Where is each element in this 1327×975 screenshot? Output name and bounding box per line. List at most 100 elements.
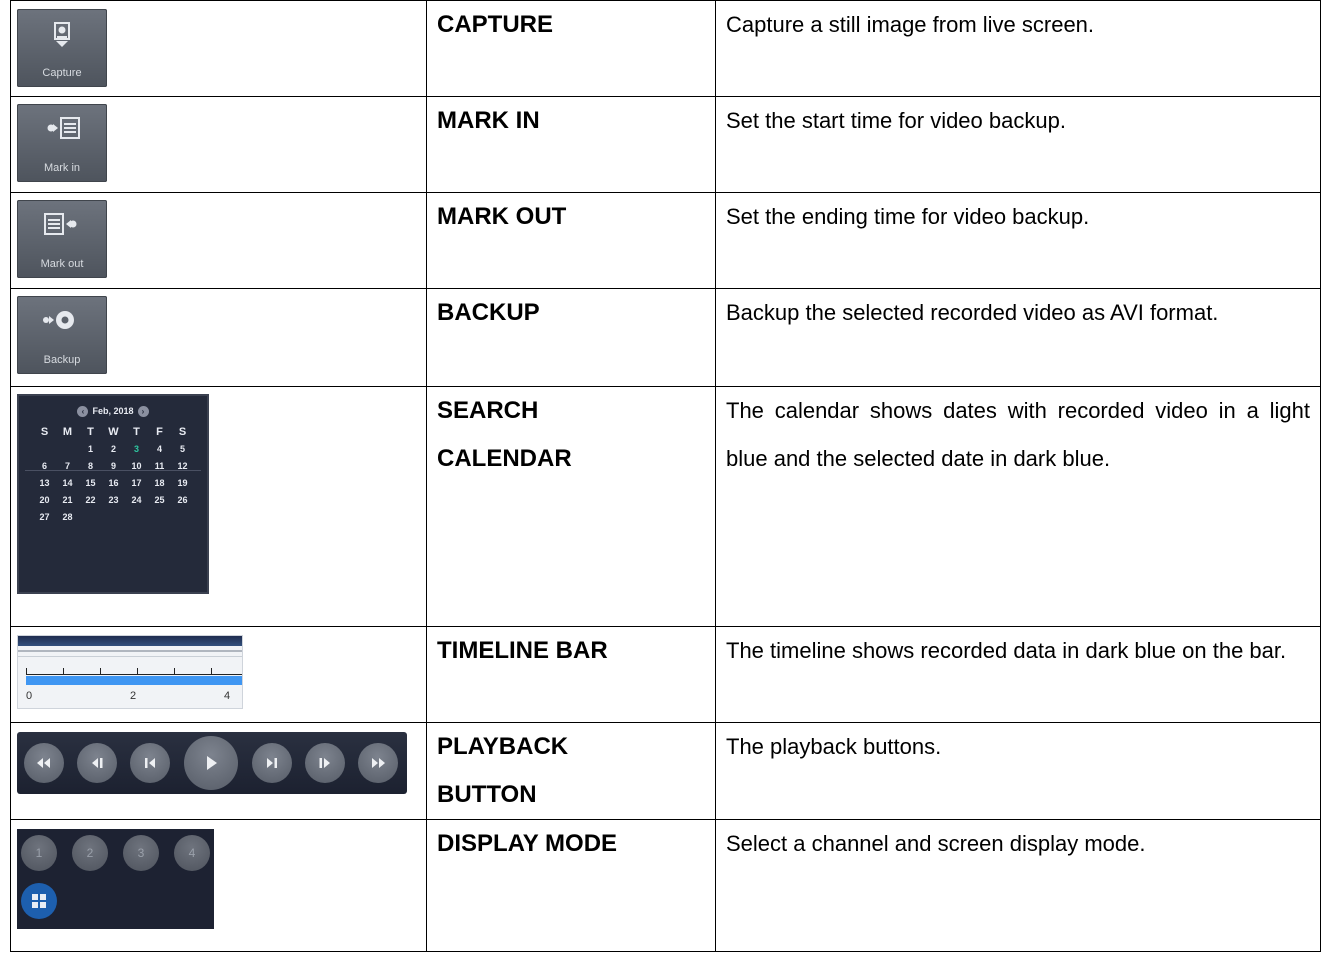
timeline-recorded-bar	[26, 676, 242, 685]
feature-description: Set the ending time for video backup.	[726, 204, 1090, 229]
table-row: Capture CAPTURE Capture a still image fr…	[10, 0, 1321, 97]
display-mode-panel: 1 2 3 4	[17, 829, 214, 929]
feature-desc-cell: Select a channel and screen display mode…	[715, 819, 1321, 952]
feature-desc-cell: The timeline shows recorded data in dark…	[715, 626, 1321, 723]
play-icon	[207, 756, 217, 770]
timeline-axis	[26, 674, 242, 675]
calendar-day[interactable]: 24	[125, 493, 148, 507]
feature-description: Capture a still image from live screen.	[726, 12, 1095, 37]
step-back-button[interactable]	[77, 743, 117, 783]
calendar-day[interactable]: 6	[33, 459, 56, 473]
feature-name-cell: CAPTURE	[426, 0, 716, 97]
calendar-day[interactable]: 14	[56, 476, 79, 490]
calendar-day[interactable]: 5	[171, 442, 194, 456]
calendar-day[interactable]: 19	[171, 476, 194, 490]
feature-name: BACKUP	[437, 299, 540, 326]
calendar-day[interactable]: 22	[79, 493, 102, 507]
table-row: Backup BACKUP Backup the selected record…	[10, 288, 1321, 387]
timeline-label: 4	[224, 690, 231, 702]
calendar-day[interactable]: 25	[148, 493, 171, 507]
fast-forward-button[interactable]	[358, 743, 398, 783]
calendar-day[interactable]: 10	[125, 459, 148, 473]
feature-name-cell: TIMELINE BAR	[426, 626, 716, 723]
quad-view-button[interactable]	[21, 883, 57, 919]
calendar-day[interactable]: 8	[79, 459, 102, 473]
next-month-icon[interactable]: ›	[137, 406, 149, 418]
capture-label: Capture	[42, 67, 82, 79]
feature-description: The playback buttons.	[726, 734, 942, 759]
timeline-rule	[18, 656, 242, 657]
feature-name: CAPTURE	[437, 11, 554, 38]
calendar-day[interactable]: 4	[148, 442, 171, 456]
calendar-day[interactable]: 27	[33, 510, 56, 524]
feature-desc-cell: Capture a still image from live screen.	[715, 0, 1321, 97]
channel-1-button[interactable]: 1	[21, 835, 57, 871]
feature-name: MARK OUT	[437, 203, 567, 230]
timeline-rule	[18, 650, 242, 652]
calendar-day[interactable]: 21	[56, 493, 79, 507]
calendar-day[interactable]: 26	[171, 493, 194, 507]
calendar-weekday: S	[178, 426, 187, 439]
calendar-day[interactable]: 23	[102, 493, 125, 507]
feature-name-cell: SEARCH CALENDAR	[426, 386, 716, 627]
mark-out-label: Mark out	[40, 258, 84, 270]
calendar-weekday: T	[133, 426, 140, 439]
backup-button[interactable]: Backup	[17, 296, 107, 374]
channel-2-button[interactable]: 2	[72, 835, 108, 871]
table-row: Mark out MARK OUT Set the ending time fo…	[10, 192, 1321, 289]
mark-in-label: Mark in	[43, 162, 81, 174]
feature-name-cell: BACKUP	[426, 288, 716, 387]
feature-name-cell: MARK OUT	[426, 192, 716, 289]
play-button[interactable]	[184, 736, 238, 790]
calendar-day[interactable]: 20	[33, 493, 56, 507]
calendar-day[interactable]: 1	[79, 442, 102, 456]
feature-desc-cell: Set the ending time for video backup.	[715, 192, 1321, 289]
timeline-label: 0	[26, 690, 33, 702]
backup-label: Backup	[43, 354, 81, 366]
prev-month-icon[interactable]: ‹	[77, 406, 89, 418]
capture-button[interactable]: Capture	[17, 9, 107, 87]
calendar-day[interactable]: 13	[33, 476, 56, 490]
calendar-day[interactable]: 15	[79, 476, 102, 490]
channel-4-button[interactable]: 4	[174, 835, 210, 871]
step-forward-button[interactable]	[305, 743, 345, 783]
fast-rewind-button[interactable]	[24, 743, 64, 783]
feature-name: DISPLAY MODE	[437, 830, 618, 857]
channel-3-button[interactable]: 3	[123, 835, 159, 871]
feature-name-cell: MARK IN	[426, 96, 716, 193]
calendar-day[interactable]: 9	[102, 459, 125, 473]
calendar-day[interactable]: 3	[125, 442, 148, 456]
timeline-tick	[211, 668, 212, 674]
calendar-day[interactable]: 12	[171, 459, 194, 473]
feature-description: The calendar shows dates with recorded v…	[726, 398, 1310, 471]
table-row: 1 2 3 4 DISPLAY MODE Select a channel an…	[10, 819, 1321, 952]
calendar-day[interactable]: 7	[56, 459, 79, 473]
calendar-day[interactable]: 17	[125, 476, 148, 490]
calendar-day[interactable]: 28	[56, 510, 79, 524]
search-calendar[interactable]: ‹ Feb, 2018 › S M T W T F S 1 2 3 4 5 6 7 8 9 10 11 12 13 14 15…	[17, 394, 209, 594]
mark-out-button[interactable]: Mark out	[17, 200, 107, 278]
prev-frame-button[interactable]	[130, 743, 170, 783]
table-row: ‹ Feb, 2018 › S M T W T F S 1 2 3 4 5 6 7 8 9 10 11 12 13 14 15…	[10, 386, 1321, 627]
feature-description: Backup the selected recorded video as AV…	[726, 300, 1219, 325]
timeline-header-strip	[18, 636, 242, 646]
calendar-day[interactable]: 11	[148, 459, 171, 473]
calendar-day[interactable]: 16	[102, 476, 125, 490]
calendar-grid: S M T W T F S 1 2 3 4 5 6 7 8 9 10 11 12 13 14 15 16 17 18 19 20 21…	[33, 425, 207, 524]
calendar-empty-cell	[33, 442, 56, 456]
mark-in-button[interactable]: Mark in	[17, 104, 107, 182]
prev-frame-icon	[145, 758, 155, 768]
feature-name-cell: DISPLAY MODE	[426, 819, 716, 952]
calendar-day[interactable]: 18	[148, 476, 171, 490]
icon-cell: 0 2 4	[10, 626, 427, 723]
icon-cell: Mark in	[10, 96, 427, 193]
feature-description: Set the start time for video backup.	[726, 108, 1066, 133]
timeline-bar[interactable]: 0 2 4	[17, 635, 243, 709]
step-back-icon	[92, 758, 103, 768]
calendar-day[interactable]: 2	[102, 442, 125, 456]
feature-table: Capture CAPTURE Capture a still image fr…	[10, 0, 1321, 952]
calendar-weekday: F	[156, 426, 163, 439]
next-frame-button[interactable]	[252, 743, 292, 783]
next-frame-icon	[267, 758, 277, 768]
timeline-tick	[63, 668, 64, 674]
